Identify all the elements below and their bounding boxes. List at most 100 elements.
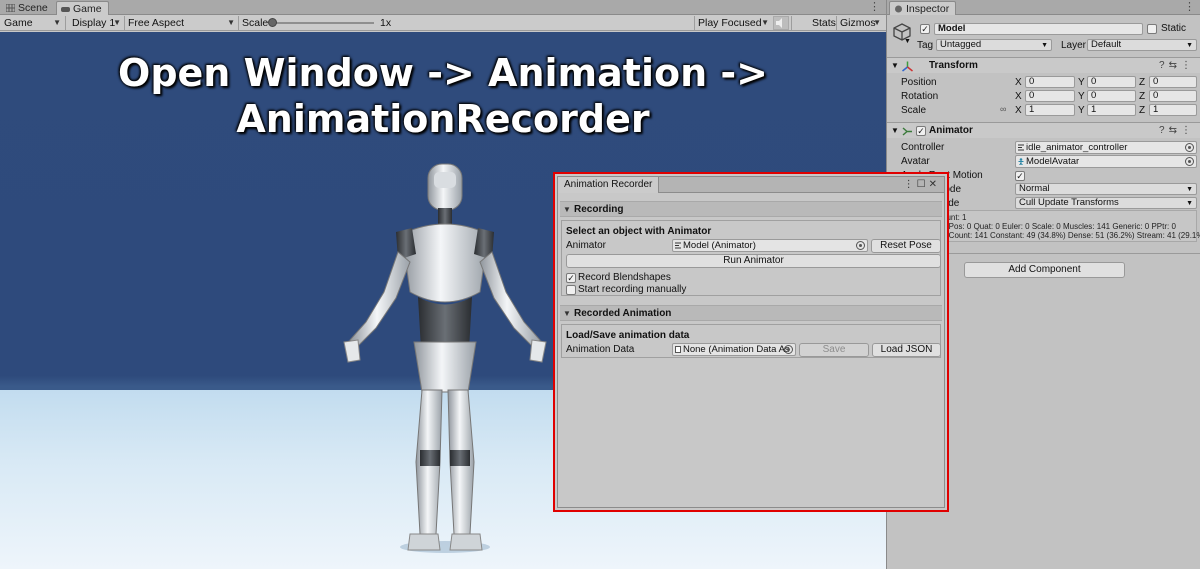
avatar-field[interactable]: ModelAvatar xyxy=(1015,155,1197,168)
chevron-down-icon: ▼ xyxy=(113,18,121,27)
kebab-menu-icon[interactable]: ⋮ xyxy=(1181,125,1195,136)
reset-pose-button[interactable]: Reset Pose xyxy=(871,239,941,253)
chevron-down-icon: ▼ xyxy=(761,18,769,27)
preset-icon[interactable]: ⇆ xyxy=(1169,125,1181,136)
scale-slider-handle[interactable] xyxy=(268,18,277,27)
object-picker-icon[interactable] xyxy=(1185,143,1194,152)
tab-scene-label: Scene xyxy=(18,2,48,14)
animator-info-line-2: n Pos: 0 Quat: 0 Euler: 0 Scale: 0 Muscl… xyxy=(942,222,1176,231)
stats-button[interactable]: Stats xyxy=(808,15,836,31)
chevron-down-icon: ▼ xyxy=(53,18,61,27)
tab-scene[interactable]: Scene xyxy=(2,1,54,15)
animation-recorder-tab[interactable]: Animation Recorder xyxy=(558,177,660,193)
component-header-icons: ?⇆⋮ xyxy=(1159,123,1195,139)
update-mode-dropdown[interactable]: Normal ▼ xyxy=(1015,183,1197,195)
gizmos-dropdown[interactable]: Gizmos ▼ xyxy=(836,15,884,31)
recording-instruction: Select an object with Animator xyxy=(566,226,712,237)
animation-recorder-titlebar[interactable]: Animation Recorder ⋮☐✕ xyxy=(558,177,944,193)
animation-data-field[interactable]: None (Animation Data As xyxy=(672,343,796,356)
rotation-y-field[interactable]: 0 xyxy=(1087,90,1136,102)
animation-data-label: Animation Data xyxy=(566,344,635,355)
scale-z-field[interactable]: 1 xyxy=(1149,104,1197,116)
chevron-down-icon[interactable]: ▼ xyxy=(904,38,911,45)
rotation-z-field[interactable]: 0 xyxy=(1149,90,1197,102)
apply-root-motion-checkbox[interactable]: ✓ xyxy=(1015,171,1025,181)
object-picker-icon[interactable] xyxy=(856,241,865,250)
aspect-dropdown[interactable]: Free Aspect ▼ xyxy=(124,15,238,31)
axis-y-label: Y xyxy=(1078,77,1085,88)
tag-value: Untagged xyxy=(940,39,982,50)
recording-section-header[interactable]: ▼ Recording xyxy=(560,201,942,217)
axis-z-label: Z xyxy=(1139,91,1146,102)
display-dropdown[interactable]: Display 1 ▼ xyxy=(68,15,124,31)
animator-info-line-3: e Count: 141 Constant: 49 (34.8%) Dense:… xyxy=(942,231,1200,240)
mute-audio-icon[interactable] xyxy=(773,16,789,30)
update-mode-value: Normal xyxy=(1019,183,1050,194)
link-icon[interactable]: ∞ xyxy=(1000,104,1006,114)
start-manually-label: Start recording manually xyxy=(578,284,687,295)
chevron-down-icon: ▼ xyxy=(1041,42,1048,49)
maximize-icon[interactable]: ☐ xyxy=(917,179,929,190)
gizmos-value: Gizmos xyxy=(840,17,876,29)
load-json-button[interactable]: Load JSON xyxy=(872,343,941,357)
aspect-value: Free Aspect xyxy=(128,17,185,29)
scale-slider-track[interactable] xyxy=(272,22,374,24)
tag-dropdown[interactable]: Untagged ▼ xyxy=(936,39,1052,51)
record-blendshapes-checkbox[interactable]: ✓ xyxy=(566,273,576,283)
info-icon xyxy=(895,5,902,13)
position-y-field[interactable]: 0 xyxy=(1087,76,1136,88)
display-mode-dropdown[interactable]: Game ▼ xyxy=(0,15,64,31)
object-picker-icon[interactable] xyxy=(784,345,793,354)
position-z-field[interactable]: 0 xyxy=(1149,76,1197,88)
culling-mode-dropdown[interactable]: Cull Update Transforms ▼ xyxy=(1015,197,1197,209)
animator-component-header[interactable]: ▼ ✓ Animator ?⇆⋮ xyxy=(887,122,1200,138)
axis-y-label: Y xyxy=(1078,91,1085,102)
scale-x-field[interactable]: 1 xyxy=(1025,104,1075,116)
tab-inspector[interactable]: Inspector xyxy=(889,1,957,15)
kebab-menu-icon[interactable]: ⋮ xyxy=(869,0,880,15)
position-label: Position xyxy=(901,77,937,88)
animation-data-value: None (Animation Data As xyxy=(683,344,790,355)
scale-y-field[interactable]: 1 xyxy=(1087,104,1136,116)
divider xyxy=(65,16,66,30)
game-tabbar: Scene Game ⋮ xyxy=(0,0,886,15)
start-manually-checkbox[interactable] xyxy=(566,285,576,295)
animation-recorder-frame: Animation Recorder ⋮☐✕ ▼ Recording Selec… xyxy=(557,176,945,508)
kebab-menu-icon[interactable]: ⋮ xyxy=(904,179,917,190)
kebab-menu-icon[interactable]: ⋮ xyxy=(1181,60,1195,71)
animation-recorder-window: Animation Recorder ⋮☐✕ ▼ Recording Selec… xyxy=(553,172,949,512)
axis-x-label: X xyxy=(1015,91,1022,102)
add-component-button[interactable]: Add Component xyxy=(964,262,1125,278)
controller-label: Controller xyxy=(901,142,945,153)
transform-title: Transform xyxy=(929,60,978,71)
animator-label: Animator xyxy=(566,240,607,251)
save-button[interactable]: Save xyxy=(799,343,869,357)
object-picker-icon[interactable] xyxy=(1185,157,1194,166)
object-name-field[interactable]: Model xyxy=(934,23,1143,35)
foldout-arrow-icon: ▼ xyxy=(563,205,571,214)
run-animator-button[interactable]: Run Animator xyxy=(566,254,941,268)
recording-section-body: Select an object with Animator Animator … xyxy=(561,220,941,296)
kebab-menu-icon[interactable]: ⋮ xyxy=(1184,0,1195,15)
close-icon[interactable]: ✕ xyxy=(929,179,940,190)
rotation-x-field[interactable]: 0 xyxy=(1025,90,1075,102)
chevron-down-icon: ▼ xyxy=(227,18,235,27)
static-checkbox[interactable] xyxy=(1147,24,1157,34)
controller-field[interactable]: idle_animator_controller xyxy=(1015,141,1197,154)
recorded-animation-section-header[interactable]: ▼ Recorded Animation xyxy=(560,305,942,321)
animator-enabled-checkbox[interactable]: ✓ xyxy=(916,126,926,136)
object-active-checkbox[interactable]: ✓ xyxy=(920,24,930,34)
preset-icon[interactable]: ⇆ xyxy=(1169,60,1181,71)
overlay-title-line-1: Open Window -> Animation -> xyxy=(118,51,768,95)
layer-dropdown[interactable]: Default ▼ xyxy=(1087,39,1197,51)
animator-object-field[interactable]: Model (Animator) xyxy=(672,239,868,252)
help-icon[interactable]: ? xyxy=(1159,60,1169,71)
transform-component-header[interactable]: ▼ Transform ?⇆⋮ xyxy=(887,57,1200,73)
tab-game[interactable]: Game xyxy=(56,1,109,15)
axis-z-label: Z xyxy=(1139,77,1146,88)
play-mode-dropdown[interactable]: Play Focused ▼ xyxy=(694,15,772,31)
axis-z-label: Z xyxy=(1139,105,1146,116)
help-icon[interactable]: ? xyxy=(1159,125,1169,136)
chevron-down-icon: ▼ xyxy=(1186,42,1193,49)
position-x-field[interactable]: 0 xyxy=(1025,76,1075,88)
